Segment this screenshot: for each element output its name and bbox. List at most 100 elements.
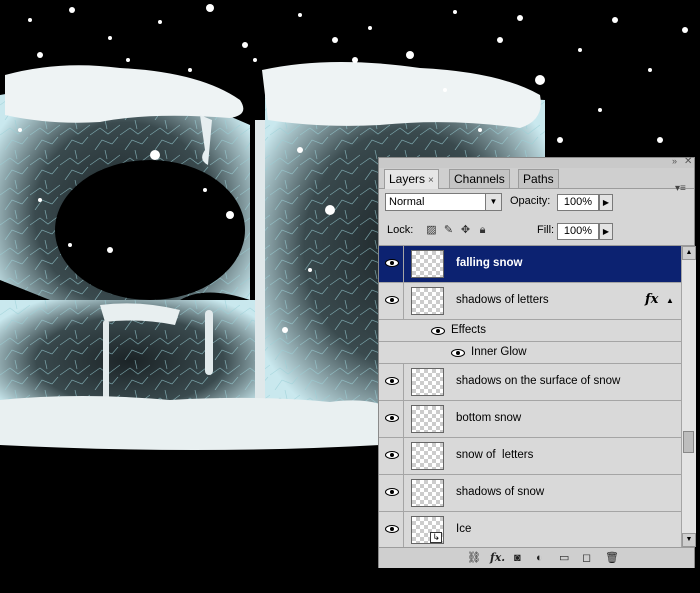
visibility-toggle[interactable]: [381, 475, 404, 511]
blend-mode-select[interactable]: Normal ▼: [385, 193, 502, 211]
layers-scrollbar[interactable]: ▲ ▼: [681, 246, 696, 547]
snowflake: [557, 137, 563, 143]
visibility-toggle[interactable]: [381, 364, 404, 400]
add-mask-icon[interactable]: ◙: [514, 551, 521, 565]
new-group-icon[interactable]: ▭: [559, 551, 569, 565]
snowflake: [612, 17, 618, 23]
eye-icon: [385, 525, 399, 533]
snowflake: [18, 128, 22, 132]
tab-paths[interactable]: Paths: [518, 169, 559, 188]
snowflake: [158, 20, 162, 24]
layer-thumbnail[interactable]: [411, 405, 444, 433]
layer-name[interactable]: shadows of snow: [456, 486, 544, 498]
layer-name[interactable]: bottom snow: [456, 412, 521, 424]
layer-thumbnail[interactable]: [411, 250, 444, 278]
layer-name[interactable]: falling snow: [456, 257, 522, 269]
lock-transparent-pixels-icon[interactable]: ▨: [425, 224, 438, 237]
snowflake: [150, 150, 160, 160]
snowflake: [535, 75, 545, 85]
adjustment-layer-icon[interactable]: ◐: [536, 551, 543, 565]
link-layers-icon[interactable]: ⛓: [467, 551, 481, 565]
visibility-toggle[interactable]: [381, 512, 404, 547]
visibility-toggle[interactable]: [381, 246, 404, 282]
expand-effects-icon[interactable]: ▲: [666, 296, 674, 305]
tab-close-icon[interactable]: ×: [428, 175, 434, 186]
layer-name[interactable]: shadows of letters: [456, 294, 549, 306]
layer-name[interactable]: snow of letters: [456, 449, 533, 461]
snowflake: [682, 27, 688, 33]
layer-row-shadows-of-snow[interactable]: shadows of snow: [379, 475, 681, 512]
layer-row-snow-of-letters[interactable]: snow of letters: [379, 438, 681, 475]
effects-label: Effects: [451, 324, 486, 336]
layer-effects-icon[interactable]: fx: [645, 292, 658, 307]
layer-row-shadows-on-surface[interactable]: shadows on the surface of snow: [379, 364, 681, 401]
snowflake: [517, 15, 523, 21]
opacity-input[interactable]: 100%: [557, 194, 599, 211]
layer-row-ice[interactable]: ↳ Ice: [379, 512, 681, 547]
eye-icon: [385, 488, 399, 496]
inner-glow-label: Inner Glow: [471, 346, 527, 358]
layer-thumbnail[interactable]: ↳: [411, 516, 444, 544]
snowflake: [37, 52, 43, 58]
snowflake: [203, 188, 207, 192]
inner-glow-row[interactable]: Inner Glow: [379, 342, 681, 364]
snowflake: [206, 4, 214, 12]
lock-position-icon[interactable]: ✥: [459, 224, 472, 237]
scrollbar-thumb[interactable]: [683, 431, 694, 453]
layer-thumbnail[interactable]: [411, 368, 444, 396]
snowflake: [406, 51, 414, 59]
visibility-toggle[interactable]: [381, 283, 404, 319]
eye-icon[interactable]: [431, 327, 445, 335]
fill-input[interactable]: 100%: [557, 223, 599, 240]
snowflake: [308, 268, 312, 272]
close-panel-icon[interactable]: ✕: [684, 156, 692, 167]
snowflake: [453, 10, 457, 14]
opacity-slider-button[interactable]: ▶: [599, 194, 613, 211]
delete-layer-icon[interactable]: 🗑︎: [605, 551, 619, 565]
layer-thumbnail[interactable]: [411, 442, 444, 470]
panel-bottom-toolbar: ⛓ fx. ◙ ◐ ▭ ◻ 🗑︎: [379, 547, 694, 568]
layers-list: falling snow shadows of letters fx ▲ Eff…: [379, 246, 681, 547]
layer-name[interactable]: shadows on the surface of snow: [456, 375, 620, 387]
snowflake: [69, 7, 75, 13]
blend-mode-value: Normal: [389, 196, 425, 208]
tab-channels[interactable]: Channels: [449, 169, 510, 188]
layers-panel: » ✕ Layers × Channels Paths ▾≡ Normal ▼ O…: [378, 156, 696, 568]
collapse-icon[interactable]: »: [672, 156, 677, 166]
lock-label: Lock:: [387, 224, 414, 236]
lock-all-icon[interactable]: 🔒︎: [476, 224, 489, 237]
snowflake: [332, 37, 338, 43]
chevron-down-icon[interactable]: ▼: [485, 194, 501, 210]
visibility-toggle[interactable]: [381, 438, 404, 474]
layer-row-shadows-of-letters[interactable]: shadows of letters fx ▲: [379, 283, 681, 320]
snowflake: [298, 13, 302, 17]
layer-row-bottom-snow[interactable]: bottom snow: [379, 401, 681, 438]
eye-icon: [385, 296, 399, 304]
effects-row[interactable]: Effects: [379, 320, 681, 342]
lock-image-pixels-icon[interactable]: ✎: [442, 224, 455, 237]
snowflake: [107, 247, 113, 253]
snowflake: [38, 198, 42, 202]
snowflake: [325, 205, 335, 215]
scroll-up-icon[interactable]: ▲: [682, 246, 696, 260]
visibility-toggle[interactable]: [381, 401, 404, 437]
panel-tabs: Layers × Channels Paths ▾≡: [379, 168, 694, 194]
layer-row-falling-snow[interactable]: falling snow: [379, 246, 681, 283]
fill-slider-button[interactable]: ▶: [599, 223, 613, 240]
snowflake: [657, 137, 663, 143]
new-layer-icon[interactable]: ◻: [582, 551, 591, 565]
scroll-down-icon[interactable]: ▼: [682, 533, 696, 547]
tab-layers[interactable]: Layers ×: [384, 169, 439, 189]
layer-thumbnail[interactable]: [411, 479, 444, 507]
eye-icon: [385, 414, 399, 422]
snowflake: [598, 108, 602, 112]
layer-thumbnail[interactable]: [411, 287, 444, 315]
snowflake: [578, 48, 582, 52]
layer-name[interactable]: Ice: [456, 523, 471, 535]
snowflake: [126, 58, 130, 62]
snowflake: [352, 57, 358, 63]
eye-icon[interactable]: [451, 349, 465, 357]
snowflake: [282, 327, 288, 333]
add-layer-style-icon[interactable]: fx.: [490, 551, 505, 565]
snowflake: [478, 128, 482, 132]
